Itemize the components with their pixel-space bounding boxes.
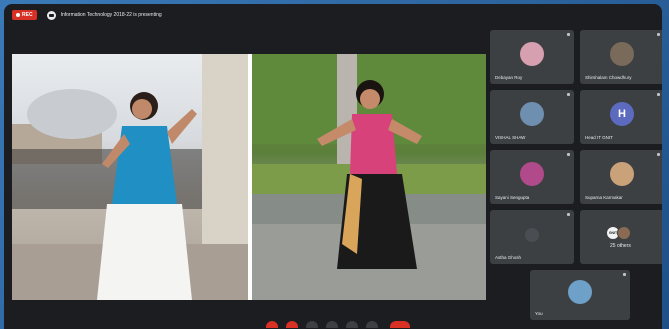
recording-badge: REC	[12, 10, 37, 20]
pin-icon[interactable]	[567, 153, 570, 156]
others-avatar	[617, 226, 631, 240]
present-button[interactable]	[346, 321, 358, 328]
participant-name: Debayan Roy	[495, 75, 523, 80]
avatar	[520, 102, 544, 126]
participant-name: VISHAL SHAW	[495, 135, 526, 140]
control-bar	[4, 321, 662, 329]
pin-icon[interactable]	[567, 33, 570, 36]
participant-tile[interactable]: Astha Ghosh	[490, 210, 574, 264]
participant-tile[interactable]: Shirshalam Chowdhury	[580, 30, 662, 84]
pin-icon[interactable]	[567, 93, 570, 96]
mic-off-icon	[525, 228, 539, 242]
others-count: 25 others	[610, 243, 631, 249]
participant-tile[interactable]: Debayan Roy	[490, 30, 574, 84]
participant-name: Sayani Sengupta	[495, 195, 530, 200]
participant-tile[interactable]: H Head IT GNIT	[580, 90, 662, 144]
self-tile[interactable]: You	[530, 270, 630, 320]
shared-video-left	[12, 54, 248, 300]
top-bar: REC Information Technology 2018-22 is pr…	[4, 4, 662, 26]
camera-button[interactable]	[286, 321, 298, 328]
participant-tile[interactable]: Sayani Sengupta	[490, 150, 574, 204]
record-icon	[16, 13, 20, 17]
others-avatars: GNIT	[606, 226, 631, 240]
pin-icon[interactable]	[623, 273, 626, 276]
mic-button[interactable]	[266, 321, 278, 328]
avatar	[568, 280, 592, 304]
dancer-scene-left	[12, 54, 248, 300]
pin-icon[interactable]	[657, 153, 660, 156]
dancer-scene-right	[252, 54, 486, 300]
avatar	[520, 42, 544, 66]
rec-label: REC	[22, 12, 33, 18]
avatar	[610, 42, 634, 66]
pin-icon[interactable]	[567, 213, 570, 216]
self-name: You	[535, 311, 543, 316]
others-tile[interactable]: GNIT 25 others	[580, 210, 662, 264]
meeting-window: REC Information Technology 2018-22 is pr…	[4, 4, 662, 329]
pin-icon[interactable]	[657, 33, 660, 36]
raise-hand-button[interactable]	[326, 321, 338, 328]
presenting-text: Information Technology 2018-22 is presen…	[60, 12, 162, 18]
participant-name: Head IT GNIT	[585, 135, 613, 140]
presenting-indicator: Information Technology 2018-22 is presen…	[46, 10, 162, 20]
more-options-button[interactable]	[366, 321, 378, 328]
avatar	[610, 162, 634, 186]
end-call-button[interactable]	[390, 321, 410, 328]
participant-tile[interactable]: VISHAL SHAW	[490, 90, 574, 144]
participant-name: Astha Ghosh	[495, 255, 522, 260]
avatar	[520, 162, 544, 186]
shared-video-right	[252, 54, 486, 300]
participant-name: Suparna Karmakar	[585, 195, 623, 200]
pin-icon[interactable]	[657, 93, 660, 96]
participant-name: Shirshalam Chowdhury	[585, 75, 632, 80]
present-screen-icon	[46, 10, 56, 20]
avatar-initial: H	[610, 102, 634, 126]
participant-tile[interactable]: Suparna Karmakar	[580, 150, 662, 204]
captions-button[interactable]	[306, 321, 318, 328]
presentation-stage[interactable]	[12, 54, 486, 300]
